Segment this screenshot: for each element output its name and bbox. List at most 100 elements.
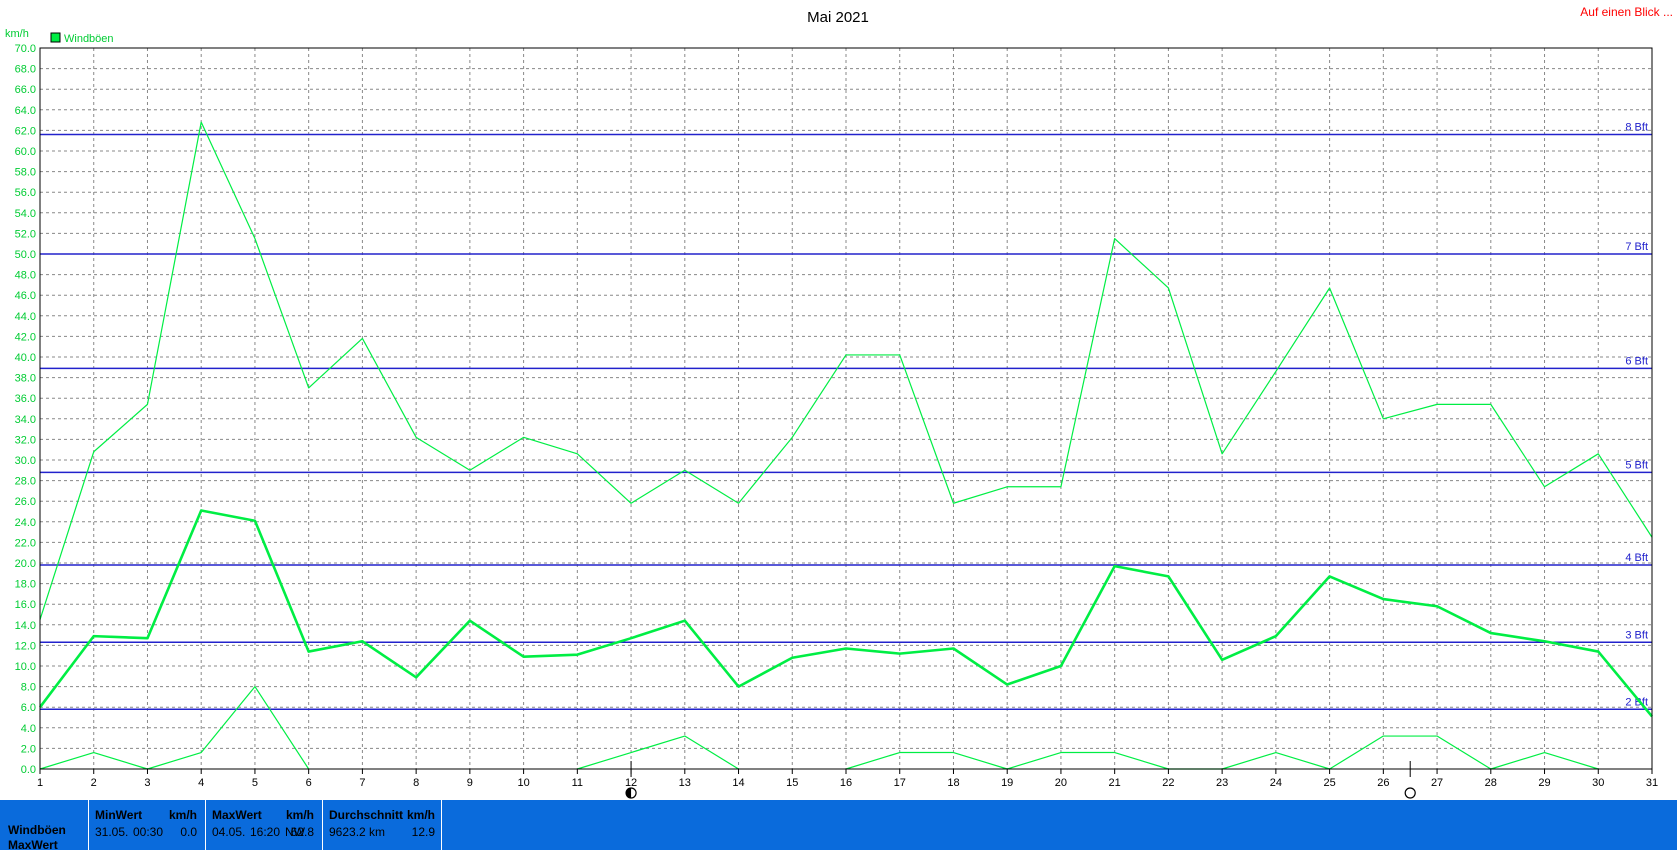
min-header: MinWert bbox=[95, 808, 143, 822]
avg-distance: 9623.2 km bbox=[329, 825, 386, 839]
x-tick-label: 21 bbox=[1109, 777, 1121, 789]
y-tick-label: 48.0 bbox=[15, 270, 36, 282]
y-tick-label: 58.0 bbox=[15, 167, 36, 179]
y-tick-label: 24.0 bbox=[15, 517, 36, 529]
y-tick-label: 46.0 bbox=[15, 290, 36, 302]
max-header: MaxWert bbox=[212, 808, 262, 822]
y-tick-label: 50.0 bbox=[15, 249, 36, 261]
beaufort-label: 3 Bft bbox=[1625, 629, 1648, 641]
x-tick-label: 25 bbox=[1323, 777, 1335, 789]
x-tick-label: 8 bbox=[413, 777, 419, 789]
x-tick-label: 22 bbox=[1162, 777, 1174, 789]
x-tick-label: 7 bbox=[359, 777, 365, 789]
x-tick-label: 20 bbox=[1055, 777, 1067, 789]
overview-link[interactable]: Auf einen Blick ... bbox=[1580, 5, 1673, 19]
max-time: 16:20 bbox=[250, 825, 281, 839]
y-tick-label: 8.0 bbox=[21, 682, 36, 694]
y-tick-label: 16.0 bbox=[15, 599, 36, 611]
x-tick-label: 2 bbox=[91, 777, 97, 789]
x-tick-label: 11 bbox=[572, 777, 583, 789]
avg-panel: Durchschnitt km/h 9623.2 km 12.9 bbox=[322, 800, 442, 850]
x-tick-label: 24 bbox=[1270, 777, 1282, 789]
y-tick-label: 0.0 bbox=[21, 764, 36, 776]
y-tick-label: 40.0 bbox=[15, 352, 36, 364]
x-tick-label: 29 bbox=[1538, 777, 1550, 789]
y-tick-label: 42.0 bbox=[15, 331, 36, 343]
x-tick-label: 13 bbox=[679, 777, 691, 789]
x-tick-label: 14 bbox=[732, 777, 744, 789]
legend-label: Windböen bbox=[64, 33, 114, 45]
y-tick-label: 30.0 bbox=[15, 455, 36, 467]
y-axis-unit: km/h bbox=[5, 28, 29, 40]
beaufort-label: 4 Bft bbox=[1625, 552, 1648, 564]
x-tick-label: 5 bbox=[252, 777, 258, 789]
y-tick-label: 66.0 bbox=[15, 84, 36, 96]
max-panel: MaxWert km/h 04.05. 16:20 NW 62.8 bbox=[205, 800, 320, 850]
y-tick-label: 18.0 bbox=[15, 579, 36, 591]
y-tick-label: 28.0 bbox=[15, 476, 36, 488]
min-panel: MinWert km/h 31.05. 00:30 0.0 bbox=[88, 800, 203, 850]
max-unit: km/h bbox=[285, 808, 314, 822]
legend-swatch bbox=[50, 32, 61, 43]
x-tick-label: 23 bbox=[1216, 777, 1228, 789]
max-value: 62.8 bbox=[290, 825, 314, 839]
half-moon-icon bbox=[625, 787, 637, 799]
y-tick-label: 20.0 bbox=[15, 558, 36, 570]
beaufort-label: 6 Bft bbox=[1625, 355, 1648, 367]
avg-unit: km/h bbox=[406, 808, 435, 822]
series-line-max bbox=[39, 121, 1653, 620]
x-tick-label: 18 bbox=[947, 777, 959, 789]
y-tick-label: 64.0 bbox=[15, 105, 36, 117]
beaufort-label: 7 Bft bbox=[1625, 241, 1648, 253]
min-date: 31.05. bbox=[95, 825, 129, 839]
moon-outline bbox=[1404, 787, 1416, 799]
chart-area: Mai 2021 Auf einen Blick ... km/h Windbö… bbox=[5, 5, 1673, 799]
x-tick-label: 26 bbox=[1377, 777, 1389, 789]
x-tick-label: 10 bbox=[517, 777, 529, 789]
x-tick-label: 28 bbox=[1485, 777, 1497, 789]
max-date: 04.05. bbox=[212, 825, 246, 839]
x-tick-label: 12 bbox=[625, 777, 637, 789]
x-tick-label: 3 bbox=[144, 777, 150, 789]
x-tick-label: 17 bbox=[894, 777, 906, 789]
y-tick-label: 62.0 bbox=[15, 125, 36, 137]
y-tick-label: 70.0 bbox=[15, 43, 36, 55]
y-tick-label: 56.0 bbox=[15, 187, 36, 199]
x-tick-label: 30 bbox=[1592, 777, 1604, 789]
full-moon-icon bbox=[1404, 787, 1416, 799]
y-tick-label: 38.0 bbox=[15, 373, 36, 385]
beaufort-label: 5 Bft bbox=[1625, 459, 1648, 471]
y-tick-label: 44.0 bbox=[15, 311, 36, 323]
x-tick-label: 9 bbox=[467, 777, 473, 789]
y-tick-label: 4.0 bbox=[21, 723, 36, 735]
x-tick-label: 19 bbox=[1001, 777, 1013, 789]
y-tick-label: 12.0 bbox=[15, 640, 36, 652]
x-tick-label: 15 bbox=[786, 777, 798, 789]
avg-value: 12.9 bbox=[411, 825, 435, 839]
y-tick-label: 60.0 bbox=[15, 146, 36, 158]
min-time: 00:30 bbox=[133, 825, 164, 839]
y-tick-label: 54.0 bbox=[15, 208, 36, 220]
y-tick-label: 22.0 bbox=[15, 537, 36, 549]
x-tick-labels: 1 2 3 4 5 6 7 8 9 10 11 12 13 14 15 16 17 18 19 20 21 22 23 24 2… bbox=[37, 769, 1658, 789]
y-tick-labels: 0.0 2.0 4.0 6.0 8.0 10.0 12.0 14.0 16.0 18.0 20.0 2… bbox=[15, 43, 36, 776]
y-tick-label: 36.0 bbox=[15, 393, 36, 405]
row-label-windboeen: Windböen bbox=[8, 823, 66, 837]
y-tick-label: 32.0 bbox=[15, 434, 36, 446]
y-tick-label: 2.0 bbox=[21, 743, 36, 755]
series-line-min bbox=[577, 735, 739, 770]
x-tick-label: 16 bbox=[840, 777, 852, 789]
x-tick-label: 31 bbox=[1646, 777, 1658, 789]
y-tick-label: 10.0 bbox=[15, 661, 36, 673]
min-value: 0.0 bbox=[180, 825, 197, 839]
y-tick-label: 68.0 bbox=[15, 64, 36, 76]
y-tick-label: 6.0 bbox=[21, 702, 36, 714]
min-unit: km/h bbox=[168, 808, 197, 822]
x-tick-label: 1 bbox=[37, 777, 43, 789]
beaufort-label: 8 Bft bbox=[1625, 122, 1648, 134]
x-tick-label: 27 bbox=[1431, 777, 1443, 789]
chart-title: Mai 2021 bbox=[807, 9, 869, 26]
y-tick-label: 34.0 bbox=[15, 414, 36, 426]
y-tick-label: 26.0 bbox=[15, 496, 36, 508]
avg-header: Durchschnitt bbox=[329, 808, 404, 822]
